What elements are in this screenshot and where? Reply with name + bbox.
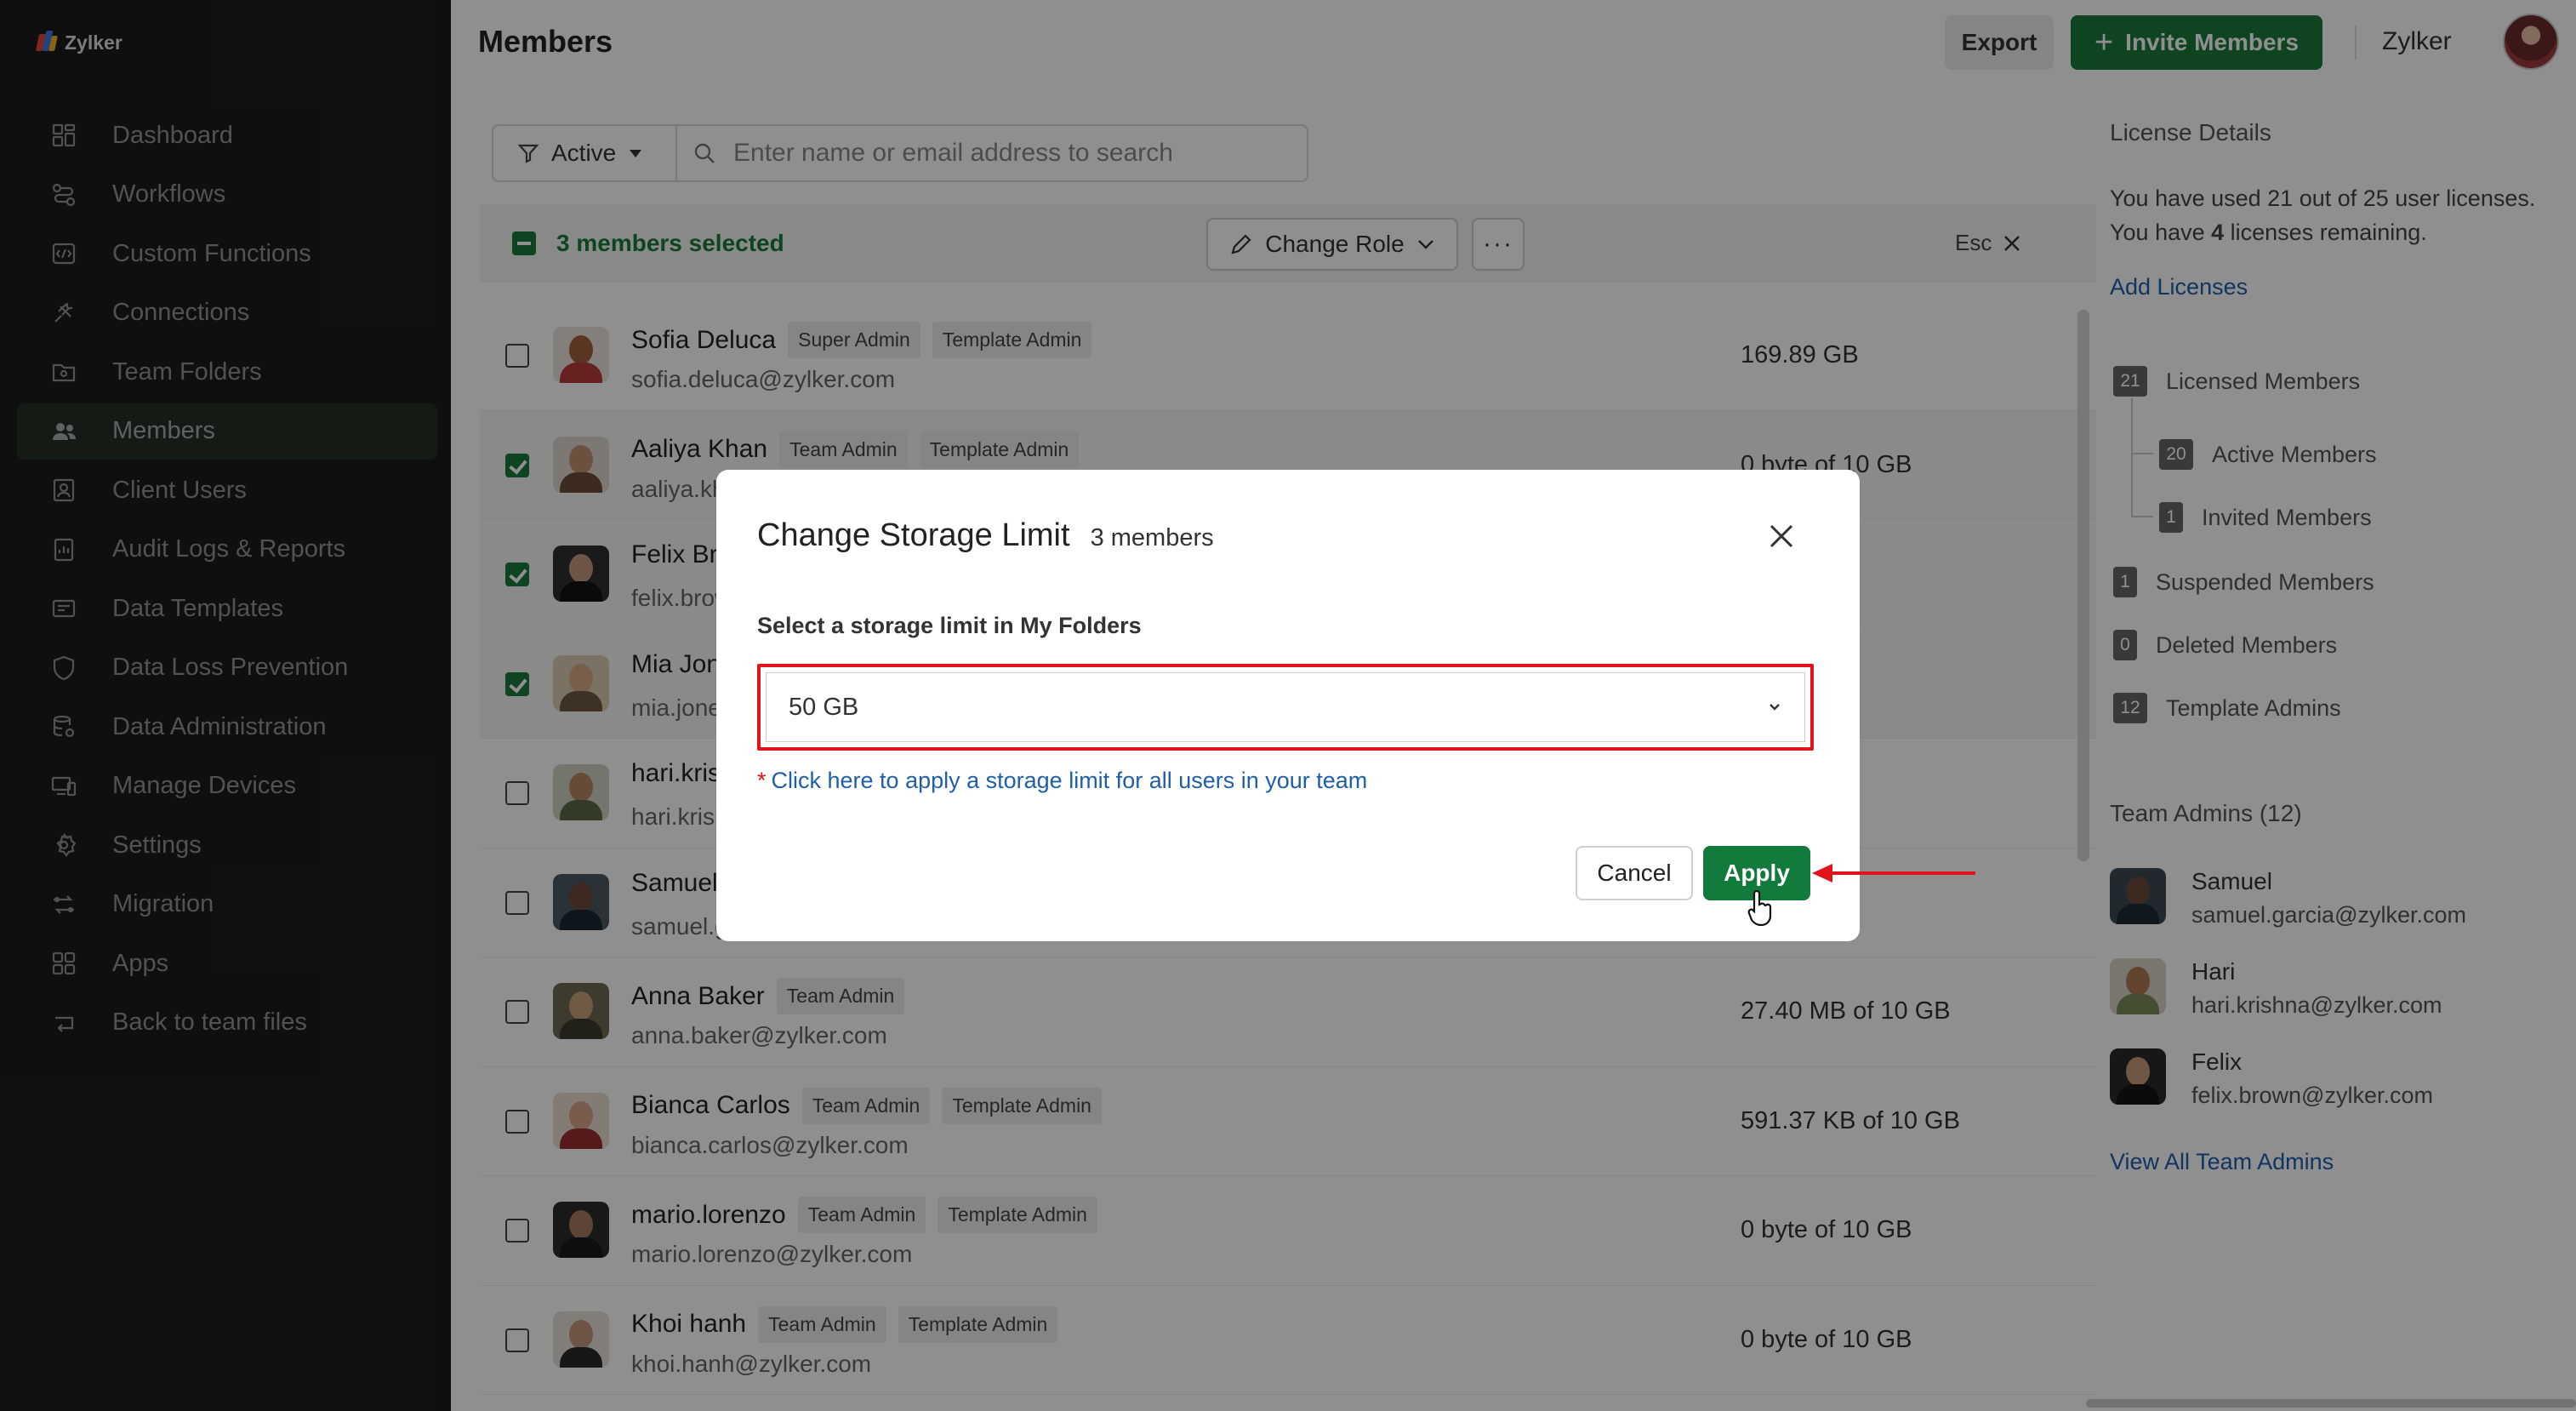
change-storage-limit-dialog: Change Storage Limit 3 members Select a … bbox=[716, 470, 1860, 941]
chevron-down-icon bbox=[1770, 704, 1780, 711]
apply-all-users-note: * Click here to apply a storage limit for… bbox=[757, 768, 1367, 794]
storage-limit-label: Select a storage limit in My Folders bbox=[757, 613, 1142, 638]
storage-limit-select[interactable]: 50 GB bbox=[766, 672, 1805, 742]
storage-limit-value: 50 GB bbox=[789, 693, 859, 721]
dialog-title-text: Change Storage Limit bbox=[757, 517, 1070, 553]
dialog-title: Change Storage Limit 3 members bbox=[757, 517, 1214, 554]
close-icon[interactable] bbox=[1766, 521, 1797, 551]
cancel-button[interactable]: Cancel bbox=[1576, 846, 1693, 900]
hand-cursor-icon bbox=[1747, 890, 1772, 926]
apply-all-users-link[interactable]: Click here to apply a storage limit for … bbox=[772, 768, 1368, 793]
dialog-subtitle: 3 members bbox=[1090, 524, 1214, 551]
required-star: * bbox=[757, 768, 767, 793]
annotation-arrow-icon bbox=[1812, 864, 1975, 883]
storage-limit-select-highlight: 50 GB bbox=[757, 664, 1814, 751]
